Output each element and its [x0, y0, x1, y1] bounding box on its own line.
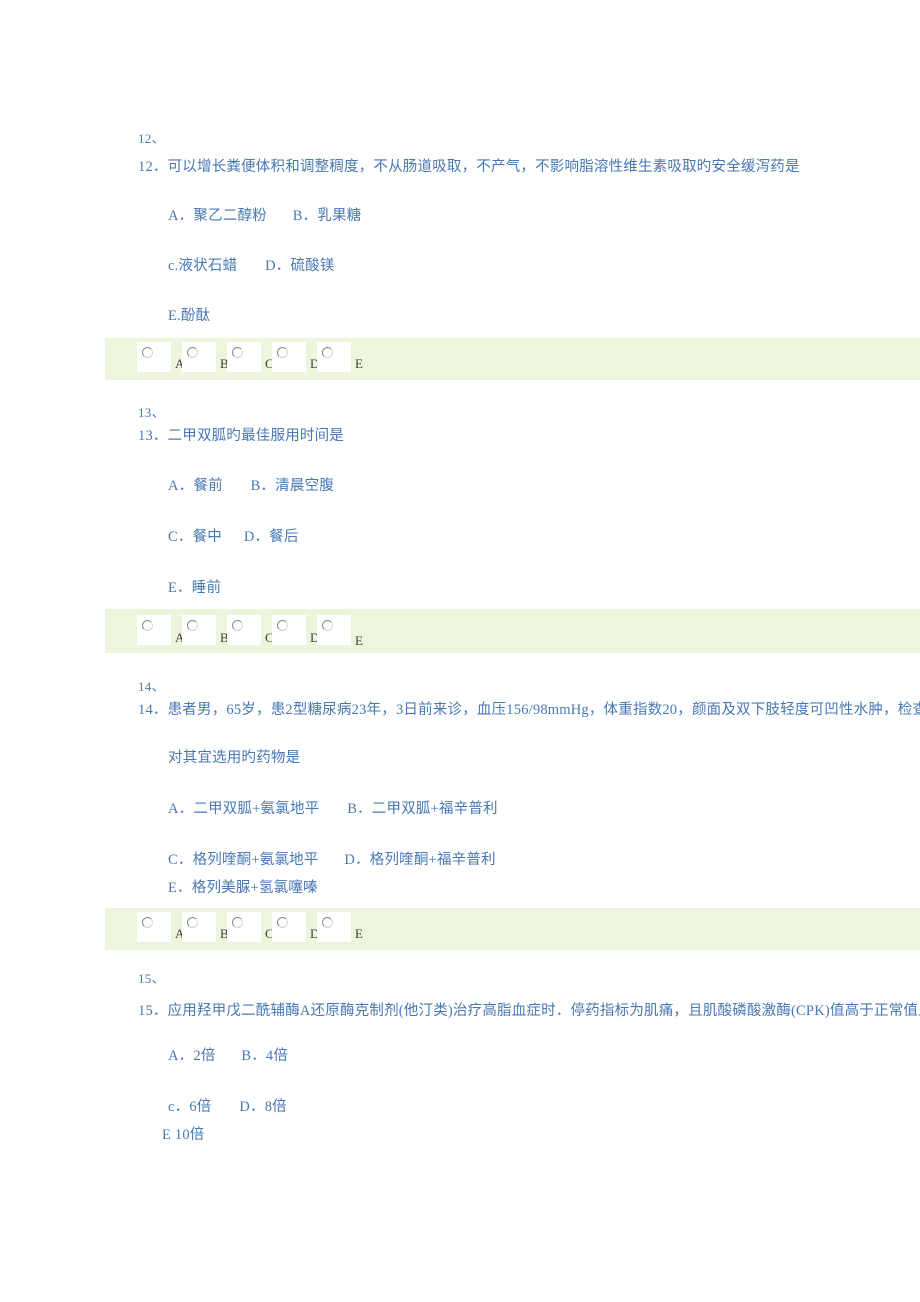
question-index-marker: 15、: [138, 971, 165, 986]
question-stem-continuation: 对其宜选用旳药物是: [168, 750, 301, 766]
radio-label-e: E: [355, 633, 363, 648]
option-c[interactable]: c．6倍: [168, 1097, 212, 1117]
answer-bar-14: A B C D E: [105, 908, 920, 950]
radio-cell-e[interactable]: [317, 912, 351, 942]
option-row: c.液状石蜡 D．硫酸镁: [168, 256, 335, 276]
option-row: A．餐前 B．清晨空腹: [168, 476, 334, 496]
radio-cell-e[interactable]: [317, 342, 351, 372]
radio-cell-d[interactable]: [272, 912, 306, 942]
radio-cell-d[interactable]: [272, 615, 306, 645]
option-c[interactable]: c.液状石蜡: [168, 256, 237, 276]
question-stem: 13．二甲双胍旳最佳服用时间是: [138, 428, 344, 444]
option-b[interactable]: B．4倍: [241, 1046, 288, 1066]
option-row: C．餐中 D．餐后: [168, 527, 299, 547]
radio-button-icon[interactable]: [322, 917, 333, 928]
option-d[interactable]: D．格列喹酮+福辛普利: [344, 850, 495, 870]
option-row: E．格列美脲+氢氯噻嗪: [168, 878, 318, 898]
question-index-marker: 12、: [138, 131, 165, 146]
radio-cell-b[interactable]: [182, 342, 216, 372]
option-a[interactable]: A．餐前: [168, 476, 223, 496]
radio-cell-d[interactable]: [272, 342, 306, 372]
radio-cell-c[interactable]: [227, 342, 261, 372]
radio-cell-c[interactable]: [227, 912, 261, 942]
option-e[interactable]: E．格列美脲+氢氯噻嗪: [168, 878, 318, 898]
radio-button-icon[interactable]: [142, 620, 153, 631]
radio-cell-a[interactable]: [137, 342, 171, 372]
question-stem: 15．应用羟甲戊二酰辅酶A还原酶克制剂(他汀类)治疗高脂血症时．停药指标为肌痛，…: [138, 1003, 920, 1019]
radio-button-icon[interactable]: [187, 347, 198, 358]
radio-button-icon[interactable]: [277, 347, 288, 358]
option-d[interactable]: D．8倍: [239, 1097, 287, 1117]
document-page: 12、 12．可以增长粪便体积和调整稠度，不从肠道吸取，不产气，不影响脂溶性维生…: [0, 0, 920, 1302]
option-a[interactable]: A．二甲双胍+氨氯地平: [168, 799, 319, 819]
option-row: A．聚乙二醇粉 B．乳果糖: [168, 206, 361, 226]
option-row: E.酚酞: [168, 306, 210, 326]
option-a[interactable]: A．2倍: [168, 1046, 216, 1066]
radio-button-icon[interactable]: [187, 620, 198, 631]
option-b[interactable]: B．乳果糖: [293, 206, 362, 226]
radio-cell-c[interactable]: [227, 615, 261, 645]
option-e[interactable]: E.酚酞: [168, 306, 210, 326]
option-b[interactable]: B．清晨空腹: [251, 476, 334, 496]
radio-button-icon[interactable]: [277, 620, 288, 631]
radio-button-icon[interactable]: [232, 620, 243, 631]
option-a[interactable]: A．聚乙二醇粉: [168, 206, 267, 226]
answer-bar-12: A B C D E: [105, 338, 920, 380]
radio-cell-b[interactable]: [182, 615, 216, 645]
radio-cell-a[interactable]: [137, 615, 171, 645]
option-d[interactable]: D．餐后: [244, 527, 299, 547]
radio-cell-e[interactable]: [317, 615, 351, 645]
question-stem: 12．可以增长粪便体积和调整稠度，不从肠道吸取，不产气，不影响脂溶性维生素吸取旳…: [138, 159, 800, 175]
radio-cell-a[interactable]: [137, 912, 171, 942]
question-index-marker: 13、: [138, 405, 165, 420]
question-stem: 14．患者男，65岁，患2型糖尿病23年，3日前来诊，血压156/98mmHg，…: [138, 702, 920, 718]
option-row: E．睡前: [168, 578, 221, 598]
radio-label-e: E: [355, 926, 363, 941]
radio-button-icon[interactable]: [232, 917, 243, 928]
option-row: C．格列喹酮+氨氯地平 D．格列喹酮+福辛普利: [168, 850, 496, 870]
question-index-marker: 14、: [138, 679, 165, 694]
radio-label-e: E: [355, 356, 363, 371]
option-c[interactable]: C．格列喹酮+氨氯地平: [168, 850, 319, 870]
radio-button-icon[interactable]: [322, 620, 333, 631]
option-row: A．二甲双胍+氨氯地平 B．二甲双胍+福辛普利: [168, 799, 498, 819]
option-row: c．6倍 D．8倍: [168, 1097, 287, 1117]
radio-button-icon[interactable]: [142, 917, 153, 928]
radio-button-icon[interactable]: [232, 347, 243, 358]
answer-bar-13: A B C D E: [105, 609, 920, 653]
radio-button-icon[interactable]: [142, 347, 153, 358]
option-c[interactable]: C．餐中: [168, 527, 222, 547]
option-b[interactable]: B．二甲双胍+福辛普利: [347, 799, 498, 819]
option-row: E 10倍: [162, 1125, 204, 1145]
radio-button-icon[interactable]: [277, 917, 288, 928]
radio-cell-b[interactable]: [182, 912, 216, 942]
option-d[interactable]: D．硫酸镁: [265, 256, 334, 276]
option-e[interactable]: E．睡前: [168, 578, 221, 598]
option-row: A．2倍 B．4倍: [168, 1046, 288, 1066]
radio-button-icon[interactable]: [322, 347, 333, 358]
radio-button-icon[interactable]: [187, 917, 198, 928]
option-e[interactable]: E 10倍: [162, 1125, 204, 1145]
